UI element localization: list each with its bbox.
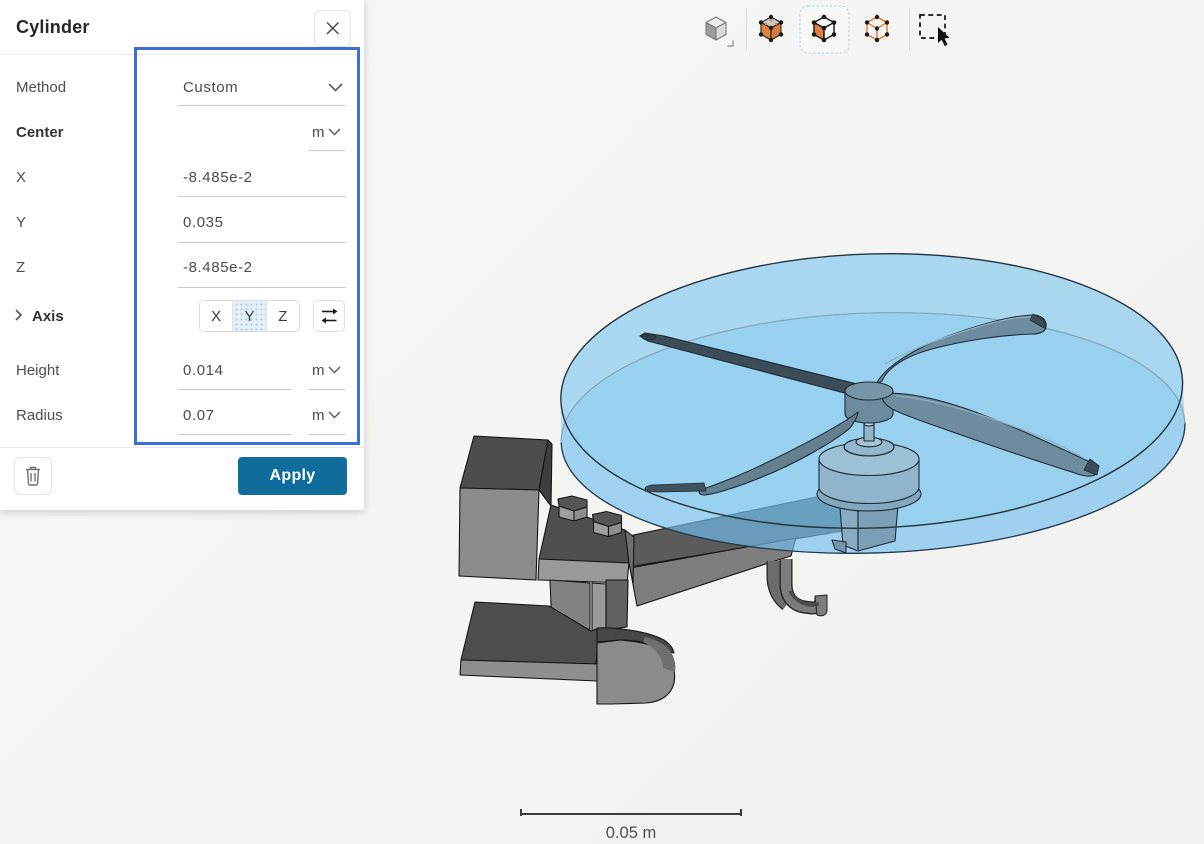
- svg-text:0.05 m: 0.05 m: [606, 824, 656, 842]
